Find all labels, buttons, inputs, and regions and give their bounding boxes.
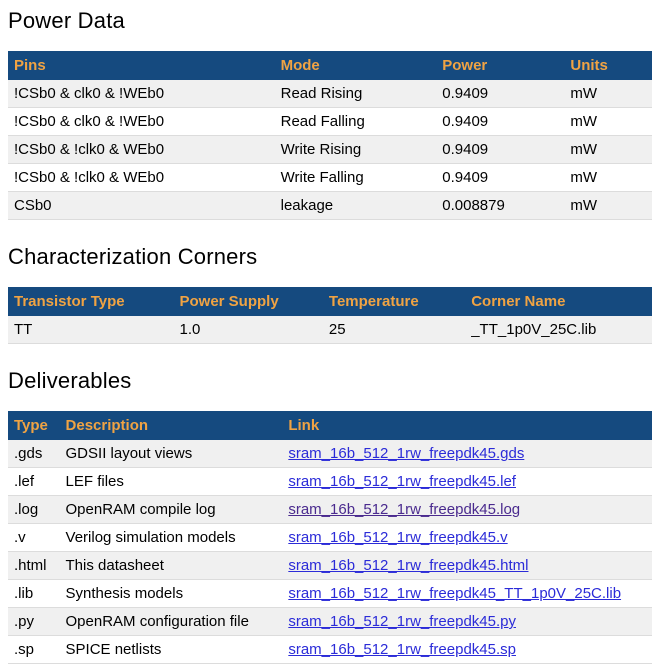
- deliverable-file-link[interactable]: sram_16b_512_1rw_freepdk45.sp: [288, 641, 516, 658]
- table-row: .lib Synthesis models sram_16b_512_1rw_f…: [8, 580, 652, 608]
- deliverable-link-cell: sram_16b_512_1rw_freepdk45.html: [282, 552, 652, 580]
- deliverable-type-cell: .sp: [8, 636, 60, 664]
- units-cell: mW: [564, 108, 652, 136]
- deliverable-link-cell: sram_16b_512_1rw_freepdk45.v: [282, 524, 652, 552]
- deliverable-file-link[interactable]: sram_16b_512_1rw_freepdk45.gds: [288, 445, 524, 462]
- table-row: !CSb0 & clk0 & !WEb0 Read Rising 0.9409 …: [8, 80, 652, 108]
- table-row: !CSb0 & !clk0 & WEb0 Write Rising 0.9409…: [8, 136, 652, 164]
- column-header-units: Units: [564, 51, 652, 80]
- deliverable-description-cell: OpenRAM configuration file: [60, 608, 283, 636]
- deliverables-header-row: Type Description Link: [8, 411, 652, 440]
- table-row: .sp SPICE netlists sram_16b_512_1rw_free…: [8, 636, 652, 664]
- table-row: .log OpenRAM compile log sram_16b_512_1r…: [8, 496, 652, 524]
- mode-cell: Write Falling: [275, 164, 437, 192]
- temperature-cell: 25: [323, 316, 465, 344]
- transistor-type-cell: TT: [8, 316, 174, 344]
- deliverable-description-cell: LEF files: [60, 468, 283, 496]
- deliverable-type-cell: .lef: [8, 468, 60, 496]
- power-cell: 0.9409: [436, 108, 564, 136]
- table-row: .v Verilog simulation models sram_16b_51…: [8, 524, 652, 552]
- column-header-type: Type: [8, 411, 60, 440]
- deliverable-description-cell: SPICE netlists: [60, 636, 283, 664]
- deliverable-type-cell: .gds: [8, 440, 60, 468]
- deliverable-link-cell: sram_16b_512_1rw_freepdk45.log: [282, 496, 652, 524]
- deliverable-type-cell: .lib: [8, 580, 60, 608]
- column-header-temperature: Temperature: [323, 287, 465, 316]
- column-header-power-supply: Power Supply: [174, 287, 323, 316]
- corners-table: Transistor Type Power Supply Temperature…: [8, 287, 652, 344]
- power-data-table: Pins Mode Power Units !CSb0 & clk0 & !WE…: [8, 51, 652, 220]
- power-cell: 0.9409: [436, 164, 564, 192]
- column-header-link: Link: [282, 411, 652, 440]
- deliverable-description-cell: Verilog simulation models: [60, 524, 283, 552]
- deliverable-description-cell: OpenRAM compile log: [60, 496, 283, 524]
- deliverable-file-link[interactable]: sram_16b_512_1rw_freepdk45.py: [288, 613, 516, 630]
- power-cell: 0.9409: [436, 136, 564, 164]
- characterization-corners-title: Characterization Corners: [8, 244, 652, 270]
- deliverable-type-cell: .html: [8, 552, 60, 580]
- deliverables-section: Deliverables Type Description Link .gds …: [8, 368, 652, 664]
- characterization-corners-section: Characterization Corners Transistor Type…: [8, 244, 652, 344]
- deliverable-file-link[interactable]: sram_16b_512_1rw_freepdk45.html: [288, 557, 528, 574]
- deliverable-link-cell: sram_16b_512_1rw_freepdk45_TT_1p0V_25C.l…: [282, 580, 652, 608]
- deliverable-description-cell: Synthesis models: [60, 580, 283, 608]
- power-data-title: Power Data: [8, 8, 652, 34]
- mode-cell: Write Rising: [275, 136, 437, 164]
- mode-cell: Read Rising: [275, 80, 437, 108]
- deliverable-link-cell: sram_16b_512_1rw_freepdk45.lef: [282, 468, 652, 496]
- table-row: .gds GDSII layout views sram_16b_512_1rw…: [8, 440, 652, 468]
- deliverable-description-cell: This datasheet: [60, 552, 283, 580]
- table-row: !CSb0 & !clk0 & WEb0 Write Falling 0.940…: [8, 164, 652, 192]
- power-data-header-row: Pins Mode Power Units: [8, 51, 652, 80]
- units-cell: mW: [564, 136, 652, 164]
- power-cell: 0.008879: [436, 192, 564, 220]
- power-supply-cell: 1.0: [174, 316, 323, 344]
- table-row: !CSb0 & clk0 & !WEb0 Read Falling 0.9409…: [8, 108, 652, 136]
- column-header-corner-name: Corner Name: [465, 287, 652, 316]
- pins-cell: CSb0: [8, 192, 275, 220]
- corner-name-cell: _TT_1p0V_25C.lib: [465, 316, 652, 344]
- deliverable-description-cell: GDSII layout views: [60, 440, 283, 468]
- deliverable-link-cell: sram_16b_512_1rw_freepdk45.sp: [282, 636, 652, 664]
- units-cell: mW: [564, 164, 652, 192]
- column-header-description: Description: [60, 411, 283, 440]
- deliverables-table: Type Description Link .gds GDSII layout …: [8, 411, 652, 664]
- deliverable-file-link[interactable]: sram_16b_512_1rw_freepdk45.v: [288, 529, 507, 546]
- pins-cell: !CSb0 & clk0 & !WEb0: [8, 108, 275, 136]
- deliverables-title: Deliverables: [8, 368, 652, 394]
- units-cell: mW: [564, 80, 652, 108]
- corners-header-row: Transistor Type Power Supply Temperature…: [8, 287, 652, 316]
- deliverable-link-cell: sram_16b_512_1rw_freepdk45.gds: [282, 440, 652, 468]
- power-data-section: Power Data Pins Mode Power Units !CSb0 &…: [8, 8, 652, 220]
- pins-cell: !CSb0 & !clk0 & WEb0: [8, 136, 275, 164]
- deliverable-type-cell: .log: [8, 496, 60, 524]
- column-header-mode: Mode: [275, 51, 437, 80]
- pins-cell: !CSb0 & !clk0 & WEb0: [8, 164, 275, 192]
- table-row: .lef LEF files sram_16b_512_1rw_freepdk4…: [8, 468, 652, 496]
- table-row: TT 1.0 25 _TT_1p0V_25C.lib: [8, 316, 652, 344]
- deliverable-type-cell: .v: [8, 524, 60, 552]
- table-row: .html This datasheet sram_16b_512_1rw_fr…: [8, 552, 652, 580]
- table-row: CSb0 leakage 0.008879 mW: [8, 192, 652, 220]
- deliverable-file-link[interactable]: sram_16b_512_1rw_freepdk45.lef: [288, 473, 516, 490]
- deliverable-link-cell: sram_16b_512_1rw_freepdk45.py: [282, 608, 652, 636]
- mode-cell: Read Falling: [275, 108, 437, 136]
- deliverable-file-link[interactable]: sram_16b_512_1rw_freepdk45_TT_1p0V_25C.l…: [288, 585, 621, 602]
- mode-cell: leakage: [275, 192, 437, 220]
- deliverable-file-link[interactable]: sram_16b_512_1rw_freepdk45.log: [288, 501, 520, 518]
- column-header-power: Power: [436, 51, 564, 80]
- column-header-transistor-type: Transistor Type: [8, 287, 174, 316]
- power-cell: 0.9409: [436, 80, 564, 108]
- units-cell: mW: [564, 192, 652, 220]
- pins-cell: !CSb0 & clk0 & !WEb0: [8, 80, 275, 108]
- table-row: .py OpenRAM configuration file sram_16b_…: [8, 608, 652, 636]
- deliverable-type-cell: .py: [8, 608, 60, 636]
- column-header-pins: Pins: [8, 51, 275, 80]
